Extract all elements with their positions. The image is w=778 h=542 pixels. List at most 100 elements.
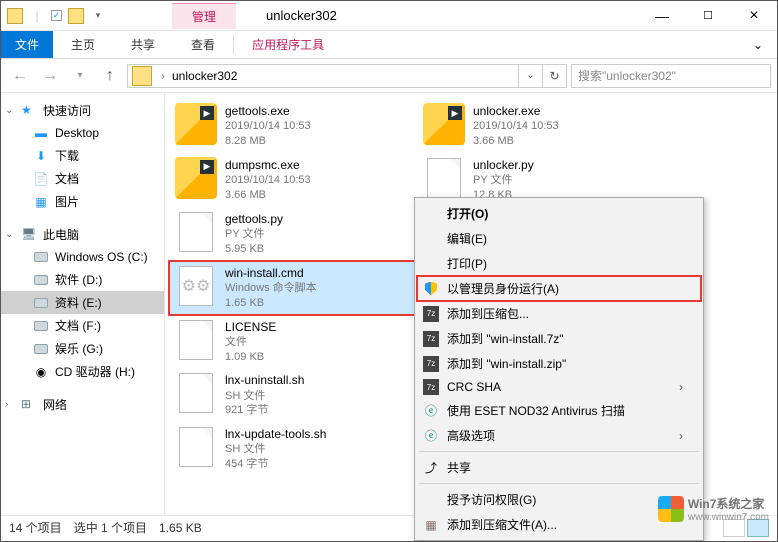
menu-open[interactable]: 打开(O) — [417, 201, 701, 226]
sidebar-item-label: Windows OS (C:) — [55, 250, 148, 264]
menu-add-7z[interactable]: 7z添加到 "win-install.7z" — [417, 326, 701, 351]
menu-add-archive[interactable]: 7z 添加到压缩包... — [417, 301, 701, 326]
file-name: lnx-update-tools.sh — [225, 426, 326, 442]
7z-icon: 7z — [423, 306, 439, 322]
file-size: 5.95 KB — [225, 242, 283, 257]
sidebar-item-drive-g[interactable]: 娱乐 (G:) — [1, 337, 164, 360]
ribbon-expand-icon[interactable]: ⌄ — [739, 31, 777, 58]
sidebar-item-label: 快速访问 — [43, 102, 91, 119]
qat-dropdown-icon[interactable]: ▾ — [90, 8, 106, 24]
file-size: 921 字节 — [225, 403, 304, 418]
file-item[interactable]: dumpsmc.exe 2019/10/14 10:53 3.66 MB — [169, 153, 417, 207]
maximize-button[interactable]: ☐ — [685, 1, 731, 31]
desktop-icon: ▬ — [33, 125, 49, 141]
disc-icon: ◉ — [33, 364, 49, 380]
file-item[interactable]: gettools.exe 2019/10/14 10:53 8.28 MB — [169, 99, 417, 153]
disk-icon — [33, 272, 49, 288]
file-name: win-install.cmd — [225, 265, 317, 281]
menu-label: 高级选项 — [447, 427, 495, 444]
navigation-pane: ⌄ ★ 快速访问 ▬Desktop ⬇下载 📄文档 ▦ 图片 ⌄ 🖥 此电脑 Wi… — [1, 93, 165, 515]
sidebar-item-label: 软件 (D:) — [55, 271, 102, 288]
checkbox-icon[interactable]: ✓ — [51, 10, 62, 21]
folder-icon[interactable] — [7, 8, 23, 24]
window-controls: — ☐ × — [639, 1, 777, 31]
sidebar-item-label: 文档 (F:) — [55, 317, 101, 334]
window-title: unlocker302 — [266, 8, 337, 23]
sidebar-network[interactable]: › ⊞ 网络 — [1, 393, 164, 416]
chevron-down-icon: ⌄ — [5, 105, 15, 116]
address-bar[interactable]: › unlocker302 ⌄ ↻ — [127, 64, 567, 88]
address-dropdown-icon[interactable]: ⌄ — [518, 65, 542, 87]
menu-edit[interactable]: 编辑(E) — [417, 226, 701, 251]
menu-label: 打开(O) — [447, 205, 488, 222]
quick-access-toolbar: | ✓ ▾ — [1, 8, 112, 24]
sidebar-item-pictures[interactable]: ▦ 图片 — [1, 190, 164, 213]
chevron-right-icon: › — [679, 380, 683, 394]
refresh-button[interactable]: ↻ — [542, 65, 566, 87]
forward-button[interactable]: → — [37, 63, 63, 89]
history-dropdown-icon[interactable]: ▾ — [67, 63, 93, 89]
menu-label: 添加到 "win-install.zip" — [447, 355, 566, 372]
menu-run-as-admin[interactable]: 以管理员身份运行(A) — [417, 276, 701, 301]
disk-icon — [33, 249, 49, 265]
menu-share[interactable]: ⤴共享 — [417, 455, 701, 480]
status-selected-size: 1.65 KB — [159, 521, 202, 535]
tab-share[interactable]: 共享 — [113, 31, 173, 58]
menu-print[interactable]: 打印(P) — [417, 251, 701, 276]
menu-label: 以管理员身份运行(A) — [447, 280, 559, 297]
file-item[interactable]: unlocker.exe 2019/10/14 10:53 3.66 MB — [417, 99, 665, 153]
menu-eset-scan[interactable]: ⓔ使用 ESET NOD32 Antivirus 扫描 — [417, 398, 701, 423]
disk-icon — [33, 318, 49, 334]
close-button[interactable]: × — [731, 1, 777, 31]
tab-home[interactable]: 主页 — [53, 31, 113, 58]
file-size: 3.66 MB — [225, 188, 311, 203]
sidebar-item-documents[interactable]: 📄文档 — [1, 167, 164, 190]
menu-label: 添加到压缩包... — [447, 305, 529, 322]
exe-icon — [423, 103, 465, 145]
sidebar-item-label: 文档 — [55, 170, 79, 187]
tab-app-tools[interactable]: 应用程序工具 — [234, 31, 342, 58]
status-selected-count: 选中 1 个项目 — [74, 519, 147, 536]
folder-icon[interactable] — [68, 8, 84, 24]
file-item[interactable]: lnx-uninstall.sh SH 文件 921 字节 — [169, 368, 417, 422]
sidebar-item-label: 图片 — [55, 193, 79, 210]
file-detail: PY 文件 — [225, 227, 283, 242]
minimize-button[interactable]: — — [639, 1, 685, 31]
share-icon: ⤴ — [423, 460, 439, 476]
menu-crc-sha[interactable]: 7zCRC SHA› — [417, 376, 701, 398]
up-button[interactable]: ↑ — [97, 63, 123, 89]
file-item[interactable]: LICENSE 文件 1.09 KB — [169, 315, 417, 369]
file-detail: 2019/10/14 10:53 — [473, 119, 559, 134]
navigation-toolbar: ← → ▾ ↑ › unlocker302 ⌄ ↻ 搜索"unlocker302… — [1, 59, 777, 93]
file-name: unlocker.exe — [473, 103, 559, 119]
file-icon — [179, 373, 213, 413]
file-icon — [179, 320, 213, 360]
file-size: 1.09 KB — [225, 350, 276, 365]
chevron-right-icon: › — [5, 399, 15, 410]
breadcrumb[interactable]: unlocker302 — [170, 69, 239, 83]
sidebar-quick-access[interactable]: ⌄ ★ 快速访问 — [1, 99, 164, 122]
sidebar-item-drive-h[interactable]: ◉CD 驱动器 (H:) — [1, 360, 164, 383]
tab-file[interactable]: 文件 — [1, 31, 53, 58]
picture-icon: ▦ — [33, 194, 49, 210]
sidebar-item-drive-f[interactable]: 文档 (F:) — [1, 314, 164, 337]
chevron-right-icon[interactable]: › — [156, 69, 170, 83]
sidebar-item-downloads[interactable]: ⬇下载 — [1, 144, 164, 167]
file-item[interactable]: gettools.py PY 文件 5.95 KB — [169, 207, 417, 261]
file-detail: PY 文件 — [473, 173, 534, 188]
chevron-down-icon: ⌄ — [5, 229, 15, 240]
menu-add-zip[interactable]: 7z添加到 "win-install.zip" — [417, 351, 701, 376]
menu-advanced[interactable]: ⓔ高级选项› — [417, 423, 701, 448]
search-input[interactable]: 搜索"unlocker302" — [571, 64, 771, 88]
sidebar-this-pc[interactable]: ⌄ 🖥 此电脑 — [1, 223, 164, 246]
sidebar-item-desktop[interactable]: ▬Desktop — [1, 122, 164, 144]
menu-label: 添加到 "win-install.7z" — [447, 330, 564, 347]
file-item[interactable]: ⚙⚙ win-install.cmd Windows 命令脚本 1.65 KB — [169, 261, 417, 315]
sidebar-item-drive-e[interactable]: 资料 (E:) — [1, 291, 164, 314]
tab-view[interactable]: 查看 — [173, 31, 233, 58]
sidebar-item-drive-d[interactable]: 软件 (D:) — [1, 268, 164, 291]
file-item[interactable]: lnx-update-tools.sh SH 文件 454 字节 — [169, 422, 417, 476]
sidebar-item-drive-c[interactable]: Windows OS (C:) — [1, 246, 164, 268]
back-button[interactable]: ← — [7, 63, 33, 89]
menu-label: 使用 ESET NOD32 Antivirus 扫描 — [447, 402, 625, 419]
